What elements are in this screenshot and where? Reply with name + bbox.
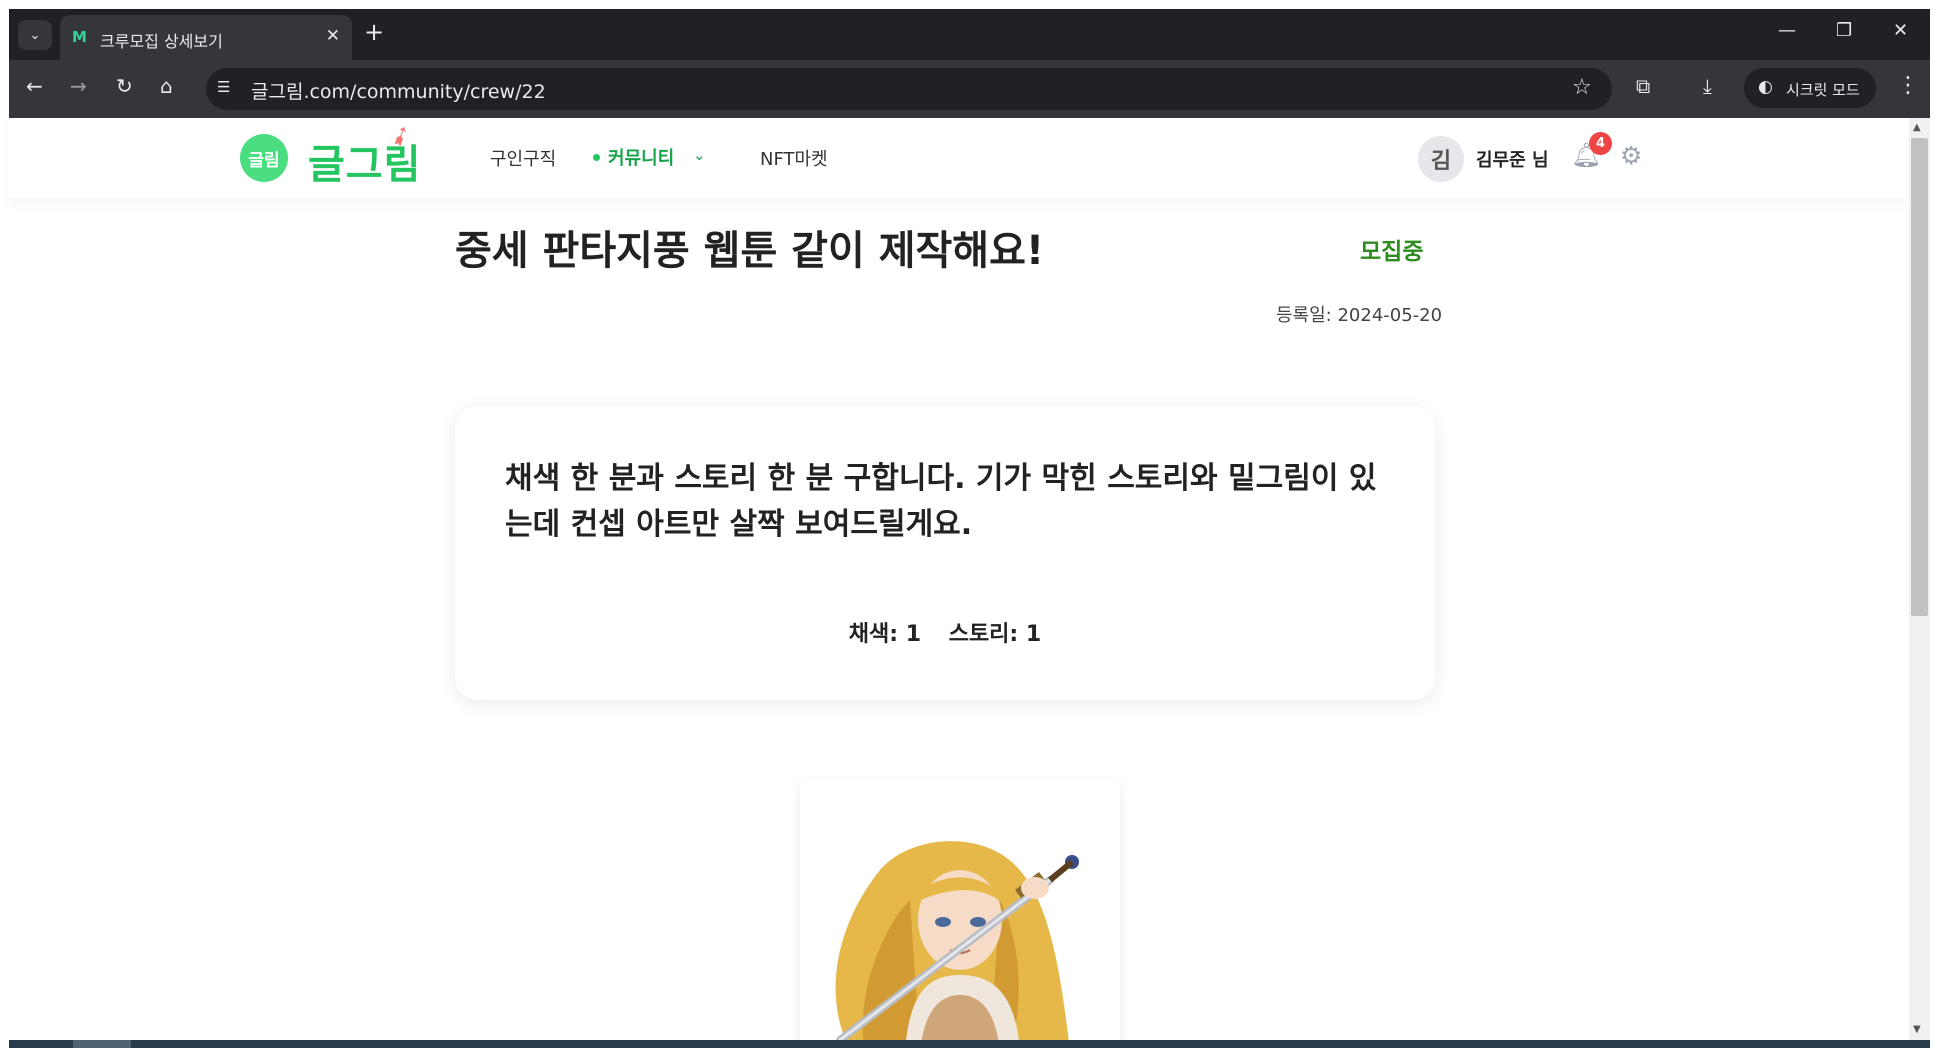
status-badge: 모집중 bbox=[1360, 239, 1424, 265]
role-story: 스토리: 1 bbox=[948, 622, 1042, 647]
taskbar bbox=[9, 1040, 1930, 1048]
url-text[interactable]: 글그림.com/community/crew/22 bbox=[251, 77, 546, 104]
scroll-up-icon[interactable]: ▲ bbox=[1913, 122, 1921, 133]
logo-badge[interactable]: 글림 bbox=[240, 134, 288, 182]
tab-title: 크루모집 상세보기 bbox=[100, 32, 223, 51]
window-close-icon[interactable]: ✕ bbox=[1893, 20, 1908, 41]
nav-nft-market[interactable]: NFT마켓 bbox=[760, 145, 828, 171]
star-icon[interactable]: ☆ bbox=[1572, 75, 1592, 100]
site-info-icon[interactable]: ☰ bbox=[217, 78, 230, 96]
forward-icon[interactable]: → bbox=[70, 74, 87, 98]
notification-badge: 4 bbox=[1589, 132, 1612, 155]
menu-icon[interactable]: ⋮ bbox=[1897, 73, 1919, 98]
reload-icon[interactable]: ↻ bbox=[116, 74, 133, 98]
post-card: 채색 한 분과 스토리 한 분 구합니다. 기가 막힌 스토리와 밑그림이 있는… bbox=[455, 406, 1435, 700]
back-icon[interactable]: ← bbox=[26, 74, 43, 98]
gear-icon[interactable]: ⚙ bbox=[1620, 141, 1642, 170]
close-icon[interactable]: ✕ bbox=[326, 26, 340, 46]
nav-jobs[interactable]: 구인구직 bbox=[490, 145, 556, 171]
nav-community[interactable]: 커뮤니티 bbox=[608, 144, 674, 170]
download-icon[interactable]: ⤓ bbox=[1703, 74, 1712, 98]
favicon-icon: M bbox=[72, 28, 87, 46]
incognito-label: 시크릿 모드 bbox=[1786, 81, 1860, 99]
role-list: 채색: 1 스토리: 1 bbox=[455, 616, 1435, 648]
concept-art-card[interactable] bbox=[800, 780, 1120, 1048]
post-description: 채색 한 분과 스토리 한 분 구합니다. 기가 막힌 스토리와 밑그림이 있는… bbox=[505, 461, 1377, 542]
taskbar-item[interactable] bbox=[73, 1040, 131, 1048]
browser-tab[interactable]: M 크루모집 상세보기 ✕ bbox=[60, 15, 352, 60]
role-coloring: 채색: 1 bbox=[848, 622, 922, 647]
home-icon[interactable]: ⌂ bbox=[160, 74, 173, 98]
chevron-down-icon[interactable]: ⌄ bbox=[693, 146, 706, 164]
incognito-chip[interactable]: ◐ 시크릿 모드 bbox=[1744, 68, 1876, 108]
screen: ⌄ M 크루모집 상세보기 ✕ + — ❐ ✕ ← → ↻ ⌂ ☰ 글그림.co… bbox=[0, 0, 1938, 1048]
nav-active-dot bbox=[593, 154, 600, 161]
post-date: 등록일: 2024-05-20 bbox=[1276, 305, 1443, 326]
plus-icon[interactable]: + bbox=[364, 18, 384, 46]
tab-dropdown-icon[interactable]: ⌄ bbox=[18, 20, 52, 50]
concept-art-image bbox=[835, 841, 1079, 1048]
scroll-down-icon[interactable]: ▼ bbox=[1913, 1024, 1921, 1035]
scrollbar-thumb[interactable] bbox=[1911, 138, 1928, 616]
extensions-icon[interactable]: ⧉ bbox=[1636, 74, 1650, 98]
restore-icon[interactable]: ❐ bbox=[1836, 20, 1852, 41]
user-name[interactable]: 김무준 님 bbox=[1476, 146, 1549, 172]
post-title: 중세 판타지풍 웹툰 같이 제작해요! bbox=[455, 228, 1045, 274]
minimize-icon[interactable]: — bbox=[1778, 20, 1796, 41]
avatar[interactable]: 김 bbox=[1418, 136, 1464, 182]
incognito-icon: ◐ bbox=[1758, 77, 1773, 97]
